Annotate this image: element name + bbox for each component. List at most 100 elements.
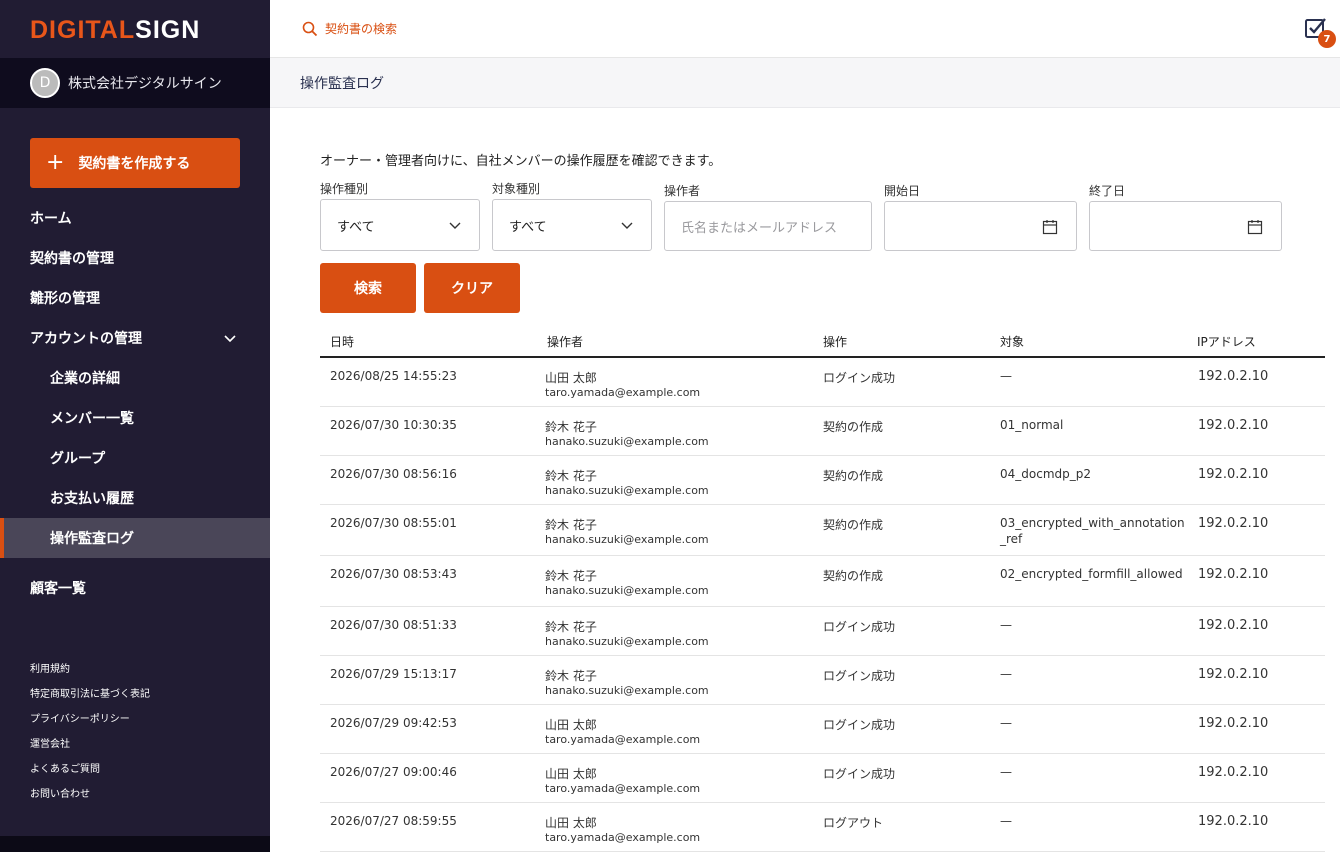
target-type-select[interactable]: すべて xyxy=(492,199,652,251)
column-header-datetime[interactable]: 日時 xyxy=(330,333,354,350)
create-contract-label: 契約書を作成する xyxy=(78,156,191,172)
sidebar-item-audit-log[interactable]: 操作監査ログ xyxy=(0,518,270,558)
cell-action: 契約の作成 xyxy=(823,518,884,532)
column-header-operator[interactable]: 操作者 xyxy=(547,333,583,350)
sidebar-item-label: グループ xyxy=(50,451,106,467)
table-row: 2026/07/27 08:59:55 山田 太郎 taro.yamada@exam… xyxy=(320,803,1325,852)
search-button[interactable]: 検索 xyxy=(320,263,416,313)
sidebar-item-label: 顧客一覧 xyxy=(30,581,86,597)
sidebar-item-templates[interactable]: 雛形の管理 xyxy=(0,278,270,318)
company-switcher[interactable]: D 株式会社デジタルサイン xyxy=(0,58,270,108)
sidebar-item-home[interactable]: ホーム xyxy=(0,198,270,238)
operator-placeholder: 氏名またはメールアドレス xyxy=(681,220,838,236)
start-date-label: 開始日 xyxy=(884,184,921,198)
cell-operator-name: 山田 太郎 xyxy=(545,718,597,732)
cell-operator-name: 山田 太郎 xyxy=(545,816,597,830)
cell-datetime: 2026/07/30 08:55:01 xyxy=(330,516,457,530)
cell-action: ログアウト xyxy=(823,816,884,830)
sidebar-bottom-bar xyxy=(0,836,270,852)
table-row: 2026/07/30 08:53:43 鈴木 花子 hanako.suzuki@ex… xyxy=(320,556,1325,607)
cell-target: — xyxy=(1000,814,1012,828)
cell-datetime: 2026/07/30 08:53:43 xyxy=(330,567,457,581)
cell-operator-email: taro.yamada@example.com xyxy=(545,733,701,746)
operator-label: 操作者 xyxy=(664,184,701,198)
clear-button[interactable]: クリア xyxy=(424,263,520,313)
table-row: 2026/07/30 10:30:35 鈴木 花子 hanako.suzuki@ex… xyxy=(320,407,1325,456)
create-contract-button[interactable]: + 契約書を作成する xyxy=(30,138,240,188)
cell-ip: 192.0.2.10 xyxy=(1198,814,1269,829)
sidebar-item-customers[interactable]: 顧客一覧 xyxy=(0,568,270,608)
column-header-action[interactable]: 操作 xyxy=(823,333,847,350)
footer-link-company[interactable]: 運営会社 xyxy=(30,735,70,750)
target-type-label: 対象種別 xyxy=(492,182,541,196)
operator-input[interactable]: 氏名またはメールアドレス xyxy=(664,201,872,251)
cell-operator-email: taro.yamada@example.com xyxy=(545,782,701,795)
cell-action: 契約の作成 xyxy=(823,420,884,434)
cell-operator-name: 山田 太郎 xyxy=(545,767,597,781)
cell-operator-email: hanako.suzuki@example.com xyxy=(545,684,709,697)
cell-datetime: 2026/07/27 09:00:46 xyxy=(330,765,457,779)
sidebar-item-label: 雛形の管理 xyxy=(30,291,100,307)
sidebar-item-label: ホーム xyxy=(30,211,72,227)
cell-operator-name: 鈴木 花子 xyxy=(545,518,597,532)
column-header-ip[interactable]: IPアドレス xyxy=(1197,333,1256,350)
cell-action: ログイン成功 xyxy=(823,620,896,634)
cell-ip: 192.0.2.10 xyxy=(1198,765,1269,780)
sidebar-item-members[interactable]: メンバー一覧 xyxy=(0,398,270,438)
cell-action: ログイン成功 xyxy=(823,718,896,732)
cell-ip: 192.0.2.10 xyxy=(1198,618,1269,633)
cell-operator-email: hanako.suzuki@example.com xyxy=(545,635,709,648)
cell-operator-name: 鈴木 花子 xyxy=(545,469,597,483)
op-type-select[interactable]: すべて xyxy=(320,199,480,251)
cell-operator-email: taro.yamada@example.com xyxy=(545,386,701,399)
sidebar-item-account[interactable]: アカウントの管理 xyxy=(0,318,270,358)
footer-link-faq[interactable]: よくあるご質問 xyxy=(30,760,100,775)
sidebar-item-contracts[interactable]: 契約書の管理 xyxy=(0,238,270,278)
table-row: 2026/07/27 09:00:46 山田 太郎 taro.yamada@exam… xyxy=(320,754,1325,803)
cell-operator-email: hanako.suzuki@example.com xyxy=(545,533,709,546)
target-type-value: すべて xyxy=(509,219,547,235)
footer-link-contact[interactable]: お問い合わせ xyxy=(30,785,90,800)
cell-action: ログイン成功 xyxy=(823,669,896,683)
app-logo[interactable]: DIGITALSIGN xyxy=(0,0,270,58)
cell-operator-name: 山田 太郎 xyxy=(545,371,597,385)
table-header: 日時 操作者 操作 対象 IPアドレス xyxy=(320,331,1325,358)
cell-datetime: 2026/08/25 14:55:23 xyxy=(330,369,457,383)
sidebar-item-label: 操作監査ログ xyxy=(50,531,134,547)
calendar-icon[interactable] xyxy=(1042,219,1058,239)
cell-operator-name: 鈴木 花子 xyxy=(545,420,597,434)
footer-link-commerce-law[interactable]: 特定商取引法に基づく表記 xyxy=(30,685,150,700)
sidebar-item-groups[interactable]: グループ xyxy=(0,438,270,478)
table-row: 2026/07/30 08:51:33 鈴木 花子 hanako.suzuki@ex… xyxy=(320,607,1325,656)
start-date-input[interactable] xyxy=(884,201,1077,251)
cell-operator-name: 鈴木 花子 xyxy=(545,669,597,683)
end-date-input[interactable] xyxy=(1089,201,1282,251)
op-type-value: すべて xyxy=(337,219,375,235)
cell-datetime: 2026/07/29 09:42:53 xyxy=(330,716,457,730)
contract-search-label: 契約書の検索 xyxy=(325,22,398,36)
footer-link-terms[interactable]: 利用規約 xyxy=(30,660,70,675)
column-header-target[interactable]: 対象 xyxy=(1000,333,1024,350)
cell-datetime: 2026/07/30 08:56:16 xyxy=(330,467,457,481)
cell-ip: 192.0.2.10 xyxy=(1198,567,1269,582)
sidebar-item-billing[interactable]: お支払い履歴 xyxy=(0,478,270,518)
task-count-badge: 7 xyxy=(1318,30,1336,48)
footer-link-privacy[interactable]: プライバシーポリシー xyxy=(30,710,130,725)
page-description: オーナー・管理者向けに、自社メンバーの操作履歴を確認できます。 xyxy=(320,154,722,169)
logo-part-1: DIGITAL xyxy=(30,16,136,44)
cell-datetime: 2026/07/30 08:51:33 xyxy=(330,618,457,632)
logo-part-2: SIGN xyxy=(135,16,201,44)
sidebar-item-company-details[interactable]: 企業の詳細 xyxy=(0,358,270,398)
cell-target: — xyxy=(1000,618,1012,632)
cell-operator-name: 鈴木 花子 xyxy=(545,620,597,634)
cell-operator-name: 鈴木 花子 xyxy=(545,569,597,583)
cell-ip: 192.0.2.10 xyxy=(1198,667,1269,682)
cell-ip: 192.0.2.10 xyxy=(1198,516,1269,531)
sidebar-item-label: お支払い履歴 xyxy=(50,491,134,507)
sidebar-item-label: 契約書の管理 xyxy=(30,251,114,267)
cell-datetime: 2026/07/30 10:30:35 xyxy=(330,418,457,432)
contract-search-link[interactable]: 契約書の検索 xyxy=(302,20,397,37)
cell-action: 契約の作成 xyxy=(823,569,884,583)
plus-icon: + xyxy=(46,150,65,175)
calendar-icon[interactable] xyxy=(1247,219,1263,239)
